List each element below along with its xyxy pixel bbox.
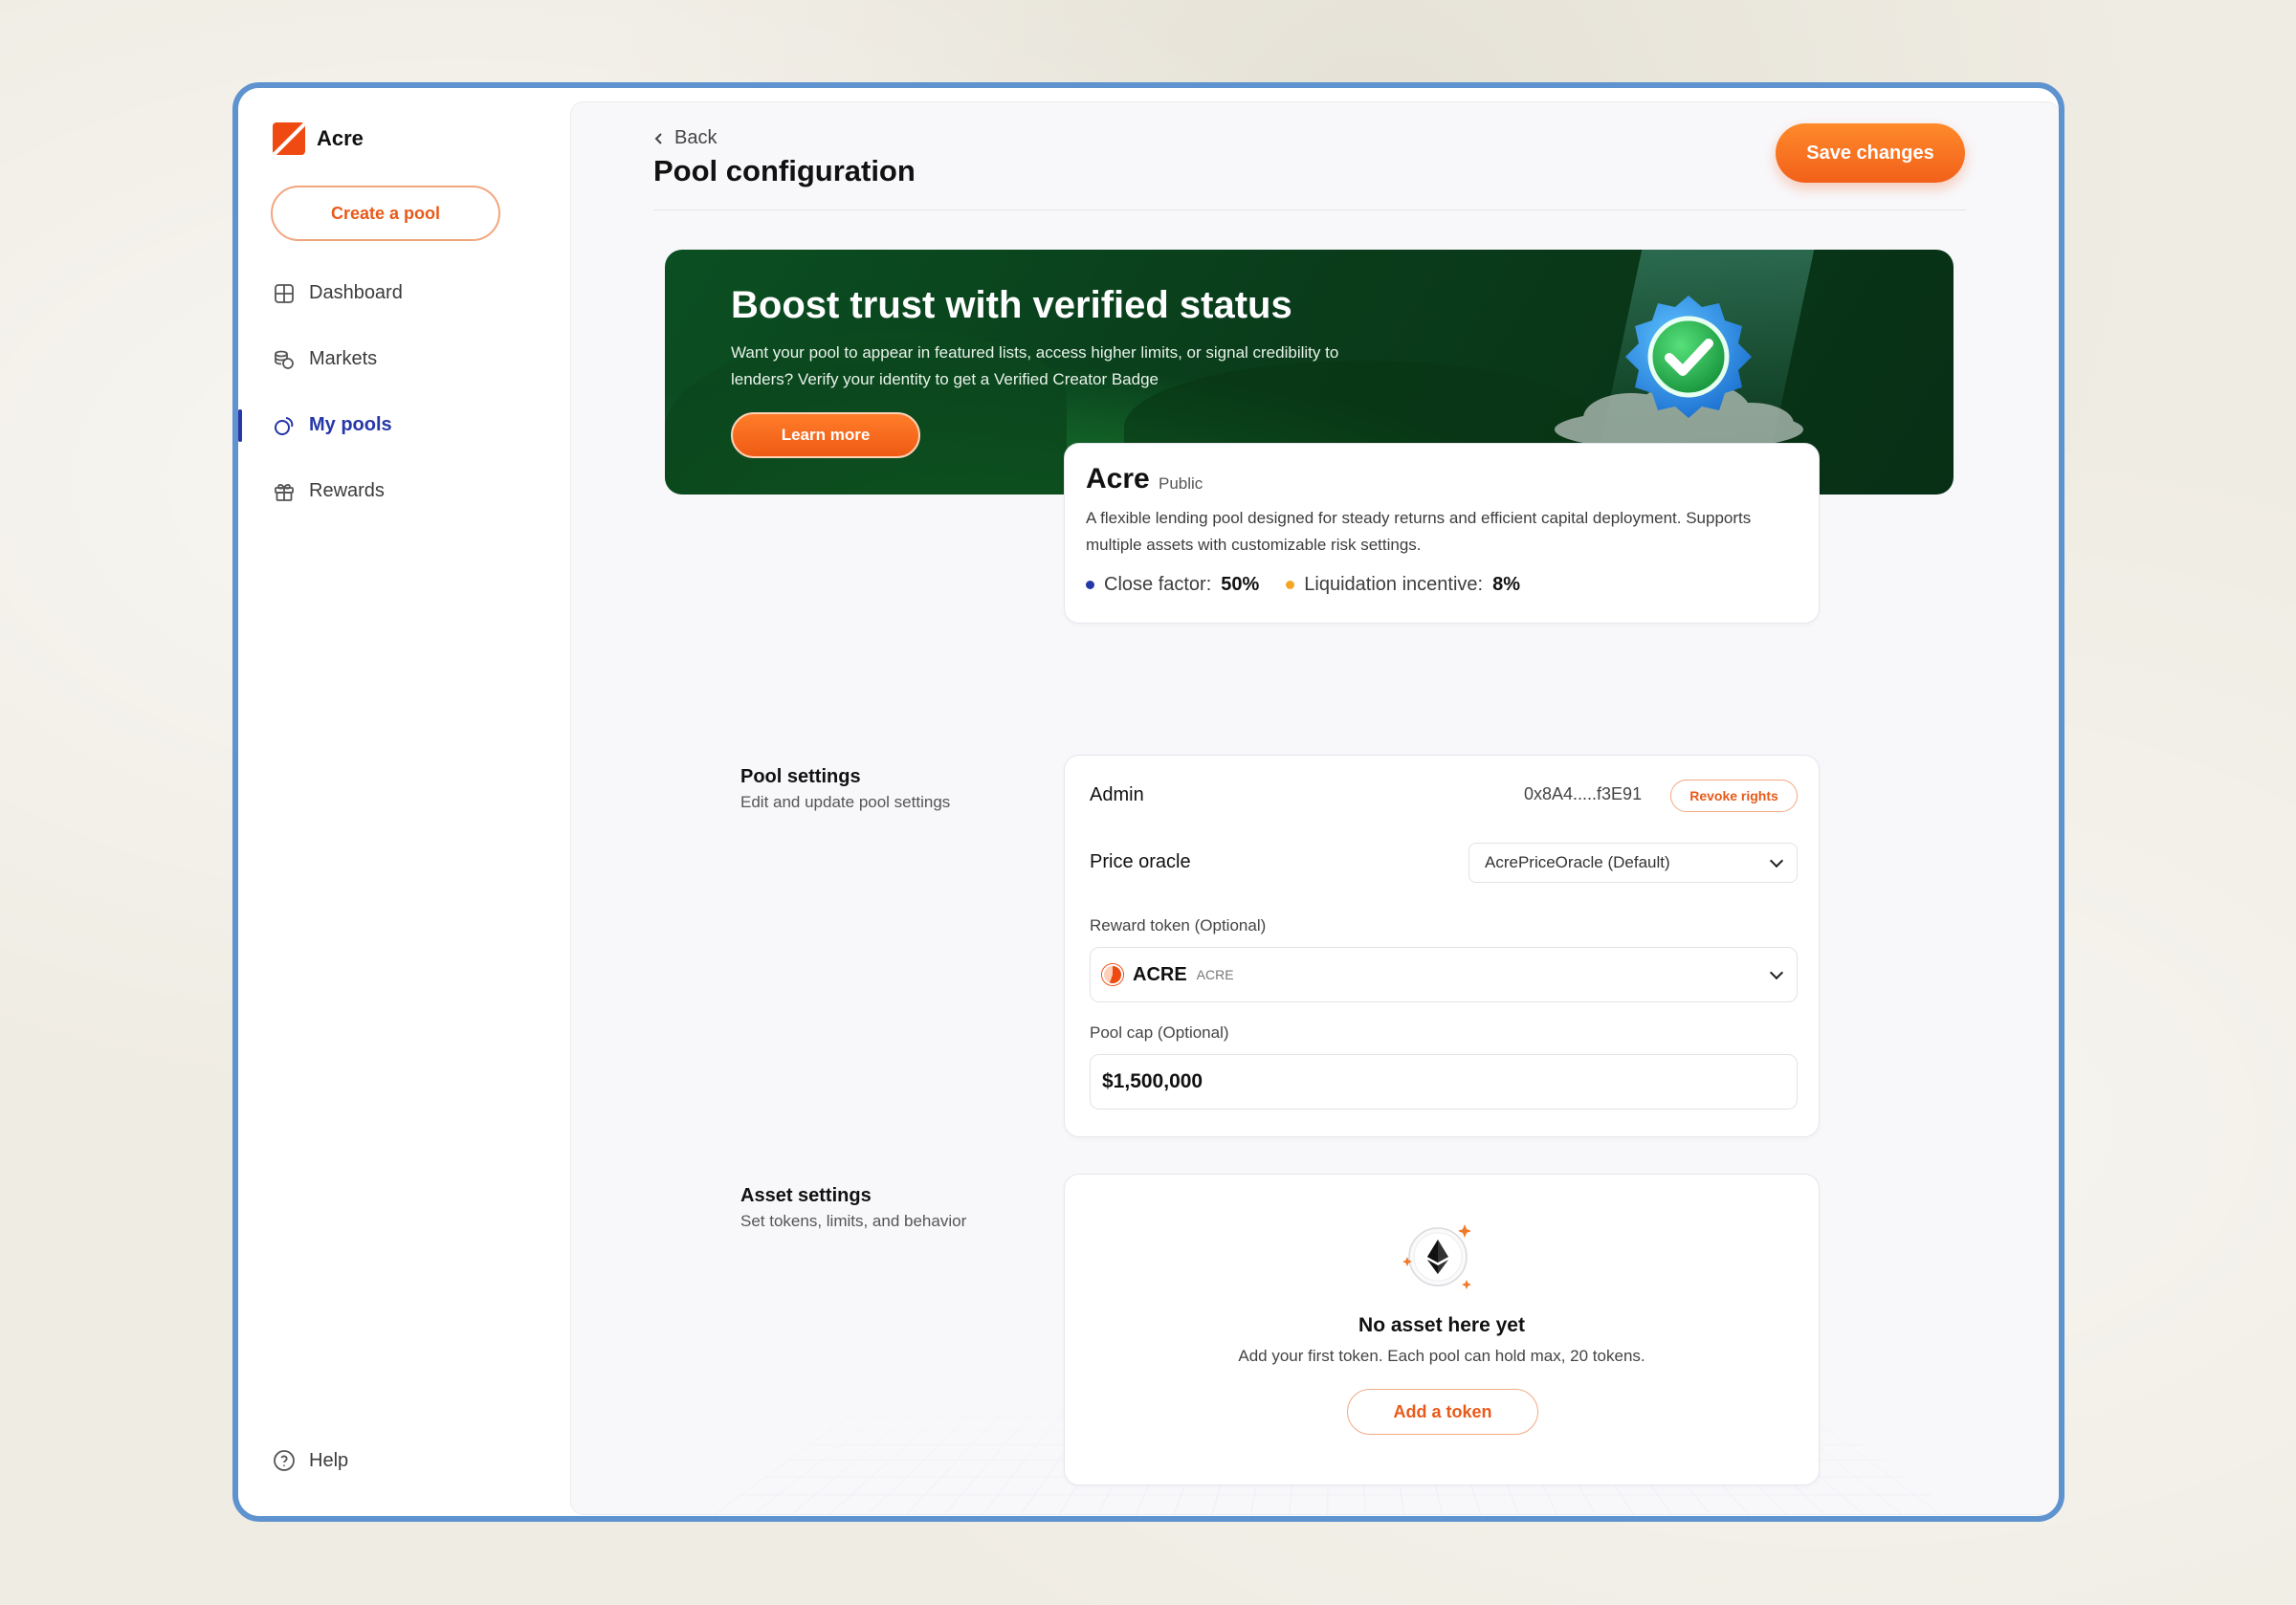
sidebar-item-label: My pools xyxy=(309,414,392,435)
chevron-left-icon xyxy=(654,132,662,144)
pool-settings-card: Admin 0x8A4.....f3E91 Revoke rights Pric… xyxy=(1064,755,1820,1137)
reward-token-label: Reward token (Optional) xyxy=(1090,916,1267,934)
sidebar-item-label: Markets xyxy=(309,348,378,369)
coins-icon xyxy=(273,348,296,371)
pool-name: Acre xyxy=(1086,463,1150,495)
sidebar-item-markets[interactable]: Markets xyxy=(238,326,570,392)
back-label: Back xyxy=(674,127,718,148)
banner-description: Want your pool to appear in featured lis… xyxy=(731,343,1339,388)
pool-summary-card: Acre Public A flexible lending pool desi… xyxy=(1064,443,1820,624)
sidebar-item-label: Rewards xyxy=(309,480,385,501)
liquidation-incentive-stat: Liquidation incentive: 8% xyxy=(1286,574,1520,596)
admin-address: 0x8A4.....f3E91 xyxy=(1524,784,1643,803)
page-title: Pool configuration xyxy=(653,154,916,187)
grid-icon xyxy=(273,282,296,305)
acre-token-icon xyxy=(1102,964,1123,985)
main-content: Back Pool configuration Save changes Boo… xyxy=(570,101,2059,1515)
liquidation-dot xyxy=(1286,581,1295,589)
close-factor-stat: Close factor: 50% xyxy=(1086,574,1259,596)
reward-token-symbol: ACRE xyxy=(1133,963,1187,985)
admin-label: Admin xyxy=(1090,784,1144,805)
asset-settings-card: No asset here yet Add your first token. … xyxy=(1064,1174,1820,1485)
pool-cap-value: $1,500,000 xyxy=(1102,1070,1203,1092)
empty-state-title: No asset here yet xyxy=(1358,1314,1525,1336)
header-divider xyxy=(653,209,1966,210)
save-changes-button[interactable]: Save changes xyxy=(1776,123,1965,183)
sidebar-item-dashboard[interactable]: Dashboard xyxy=(238,260,570,326)
help-label: Help xyxy=(309,1449,349,1471)
liquidation-value: 8% xyxy=(1492,574,1520,595)
create-pool-button[interactable]: Create a pool xyxy=(271,186,500,241)
revoke-rights-button[interactable]: Revoke rights xyxy=(1670,780,1798,812)
logo[interactable]: Acre xyxy=(273,122,364,155)
pool-stats: Close factor: 50% Liquidation incentive:… xyxy=(1086,574,1520,596)
sidebar-item-rewards[interactable]: Rewards xyxy=(238,458,570,524)
gift-icon xyxy=(273,480,296,503)
sidebar-nav: Dashboard Markets My pools Rewards xyxy=(238,260,570,524)
price-oracle-label: Price oracle xyxy=(1090,851,1191,872)
close-factor-dot xyxy=(1086,581,1094,589)
chevron-down-icon xyxy=(1769,853,1784,868)
reward-token-select[interactable]: ACRE ACRE xyxy=(1090,947,1798,1002)
pool-settings-title: Pool settings xyxy=(740,766,861,787)
close-factor-value: 50% xyxy=(1221,574,1260,595)
asset-settings-title: Asset settings xyxy=(740,1185,872,1206)
reward-token-sub: ACRE xyxy=(1196,967,1234,982)
back-link[interactable]: Back xyxy=(653,127,717,149)
sidebar: Acre Create a pool Dashboard Markets My … xyxy=(238,88,570,1516)
ethereum-icon xyxy=(1402,1224,1471,1289)
price-oracle-value: AcrePriceOracle (Default) xyxy=(1485,853,1670,871)
sidebar-item-label: Dashboard xyxy=(309,282,403,303)
close-factor-label: Close factor: xyxy=(1104,574,1212,595)
pool-description: A flexible lending pool designed for ste… xyxy=(1086,509,1752,554)
help-link[interactable]: Help xyxy=(273,1449,348,1472)
pool-cap-input[interactable]: $1,500,000 xyxy=(1090,1054,1798,1110)
pool-settings-subtitle: Edit and update pool settings xyxy=(740,793,951,811)
price-oracle-select[interactable]: AcrePriceOracle (Default) xyxy=(1468,843,1798,883)
brand-name: Acre xyxy=(317,126,364,150)
add-token-button[interactable]: Add a token xyxy=(1347,1389,1538,1435)
liquidation-label: Liquidation incentive: xyxy=(1304,574,1484,595)
help-icon xyxy=(273,1449,296,1472)
app-window: Acre Create a pool Dashboard Markets My … xyxy=(232,82,2064,1522)
chevron-down-icon xyxy=(1769,965,1784,980)
learn-more-button[interactable]: Learn more xyxy=(731,412,920,458)
banner-title: Boost trust with verified status xyxy=(731,284,1292,326)
pool-cap-label: Pool cap (Optional) xyxy=(1090,1023,1229,1042)
acre-logo-icon xyxy=(273,122,305,155)
empty-state-subtitle: Add your first token. Each pool can hold… xyxy=(1238,1347,1645,1365)
pool-visibility: Public xyxy=(1159,474,1203,493)
sidebar-item-my-pools[interactable]: My pools xyxy=(238,392,570,458)
asset-settings-subtitle: Set tokens, limits, and behavior xyxy=(740,1212,967,1230)
pool-icon xyxy=(273,414,296,437)
verified-check-icon xyxy=(1625,296,1752,418)
